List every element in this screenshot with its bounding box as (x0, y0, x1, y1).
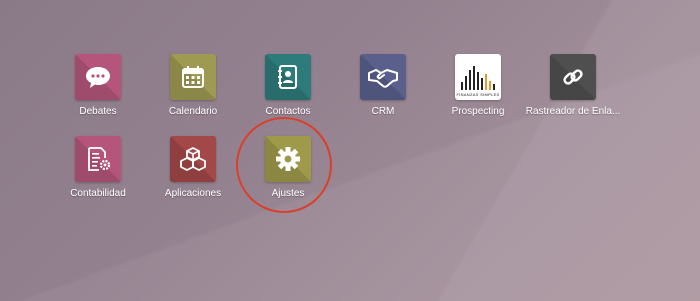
app-tile[interactable] (265, 136, 311, 182)
app-crm[interactable]: CRM (333, 54, 433, 117)
app-label: Rastreador de Enla... (525, 106, 621, 117)
logo-bar (473, 66, 475, 90)
app-tile[interactable] (75, 54, 121, 100)
logo-text: FINANZAS SIMPLES (456, 92, 500, 97)
chat-bubble-icon (84, 64, 112, 90)
app-label: Ajustes (271, 188, 305, 199)
logo-bar (469, 70, 471, 90)
app-label: Prospecting (451, 106, 505, 117)
app-label: Debates (79, 106, 117, 117)
app-contactos[interactable]: Contactos (238, 54, 338, 117)
logo-bar (465, 76, 467, 90)
logo-bar (485, 74, 487, 90)
gear-icon (275, 146, 301, 172)
app-ajustes[interactable]: Ajustes (238, 136, 338, 199)
finanzas-simples-logo[interactable]: FINANZAS SIMPLES (455, 54, 501, 100)
handshake-icon (367, 65, 399, 89)
app-label: CRM (371, 106, 395, 117)
link-icon (560, 64, 586, 90)
cubes-icon (179, 146, 207, 172)
app-label: Aplicaciones (164, 188, 222, 199)
app-calendario[interactable]: Calendario (143, 54, 243, 117)
background-shape (420, 0, 700, 301)
logo-bar (477, 72, 479, 90)
app-rastreador-de-enlaces[interactable]: Rastreador de Enla... (523, 54, 623, 117)
logo-bar (489, 81, 491, 90)
app-tile[interactable] (550, 54, 596, 100)
app-label: Calendario (168, 106, 218, 117)
app-tile[interactable] (75, 136, 121, 182)
app-label: Contabilidad (70, 188, 126, 199)
app-tile[interactable] (360, 54, 406, 100)
address-book-icon (276, 64, 300, 90)
logo-bar (461, 82, 463, 90)
app-tile[interactable] (265, 54, 311, 100)
app-tile[interactable] (170, 136, 216, 182)
app-debates[interactable]: Debates (48, 54, 148, 117)
app-contabilidad[interactable]: Contabilidad (48, 136, 148, 199)
app-tile[interactable] (170, 54, 216, 100)
invoice-gear-icon (84, 145, 112, 173)
logo-bar (493, 84, 495, 90)
calendar-icon (180, 64, 206, 90)
app-prospecting[interactable]: FINANZAS SIMPLES Prospecting (428, 54, 528, 117)
app-aplicaciones[interactable]: Aplicaciones (143, 136, 243, 199)
logo-bar (481, 78, 483, 90)
app-label: Contactos (265, 106, 311, 117)
